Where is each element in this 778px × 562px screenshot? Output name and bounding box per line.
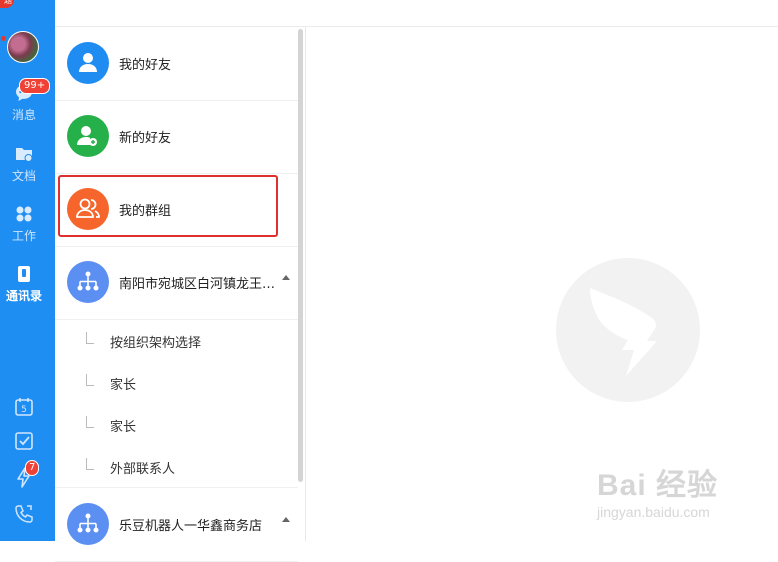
org-child-label: 按组织架构选择	[110, 336, 202, 351]
org-child-label: 外部联系人	[110, 462, 176, 477]
highlight-box	[58, 175, 278, 237]
phone-icon[interactable]	[13, 503, 35, 525]
org-child-label: 家长	[110, 378, 137, 393]
org-item-1[interactable]: 南阳市宛城区白河镇龙王…	[55, 246, 298, 320]
apps-icon	[16, 206, 32, 222]
watermark-logo-text: Bai 经验	[597, 469, 719, 502]
calendar-icon[interactable]: 5	[13, 396, 35, 418]
org-label: 乐豆机器人一华鑫商务店	[119, 519, 263, 534]
contacts-list: 我的好友 新的好友 我的群组 南阳市宛城区白河镇龙王… 按组织架构选择 家长 家…	[55, 27, 306, 562]
unread-badge: 99+	[19, 78, 51, 94]
status-dot	[1, 36, 6, 41]
nav-label-work: 工作	[11, 229, 36, 243]
nav-work[interactable]: 工作	[0, 203, 48, 244]
svg-text:5: 5	[21, 405, 27, 415]
avatar[interactable]	[7, 31, 39, 63]
folder-icon	[16, 148, 33, 162]
list-item-label: 新的好友	[119, 131, 172, 146]
list-item-label: 我的好友	[119, 58, 172, 73]
org-child-item[interactable]: 家长	[55, 404, 298, 446]
left-nav-rail: 题 消息 99+ 文档 工作 通讯录 5 7	[0, 0, 55, 541]
nav-label-documents: 文档	[11, 169, 36, 183]
list-item-new-friends[interactable]: 新的好友	[55, 100, 298, 174]
org-child-item[interactable]: 家长	[55, 362, 298, 404]
contacts-icon	[18, 266, 30, 282]
collapse-caret-icon[interactable]	[282, 517, 290, 522]
ding-badge: 7	[25, 460, 40, 476]
todo-check-icon[interactable]	[13, 430, 35, 452]
org-tree-icon	[67, 261, 109, 303]
nav-contacts[interactable]: 通讯录	[0, 263, 48, 304]
org-child-item[interactable]: 按组织架构选择	[55, 320, 298, 362]
dingtalk-logo-icon	[556, 258, 700, 402]
org-label: 南阳市宛城区白河镇龙王…	[119, 277, 276, 292]
nav-documents[interactable]: 文档	[0, 143, 48, 184]
nav-label-contacts: 通讯录	[5, 289, 42, 303]
org-child-item[interactable]: 外部联系人	[55, 446, 298, 488]
list-item-my-friends[interactable]: 我的好友	[55, 27, 298, 101]
org-item-2[interactable]: 乐豆机器人一华鑫商务店	[55, 487, 298, 562]
org-tree-icon	[67, 503, 109, 545]
add-person-icon	[67, 115, 109, 157]
list-scrollbar[interactable]	[298, 29, 303, 482]
watermark: Bai 经验 jingyan.baidu.com	[597, 460, 719, 520]
nav-label-messages: 消息	[11, 108, 36, 122]
collapse-caret-icon[interactable]	[282, 275, 290, 280]
watermark-url: jingyan.baidu.com	[597, 504, 710, 520]
person-icon	[67, 42, 109, 84]
tree-branch-icon	[86, 332, 94, 344]
tree-branch-icon	[86, 416, 94, 428]
corner-badge: 题	[0, 0, 14, 8]
tree-branch-icon	[86, 458, 94, 470]
tree-branch-icon	[86, 374, 94, 386]
org-child-label: 家长	[110, 420, 137, 435]
